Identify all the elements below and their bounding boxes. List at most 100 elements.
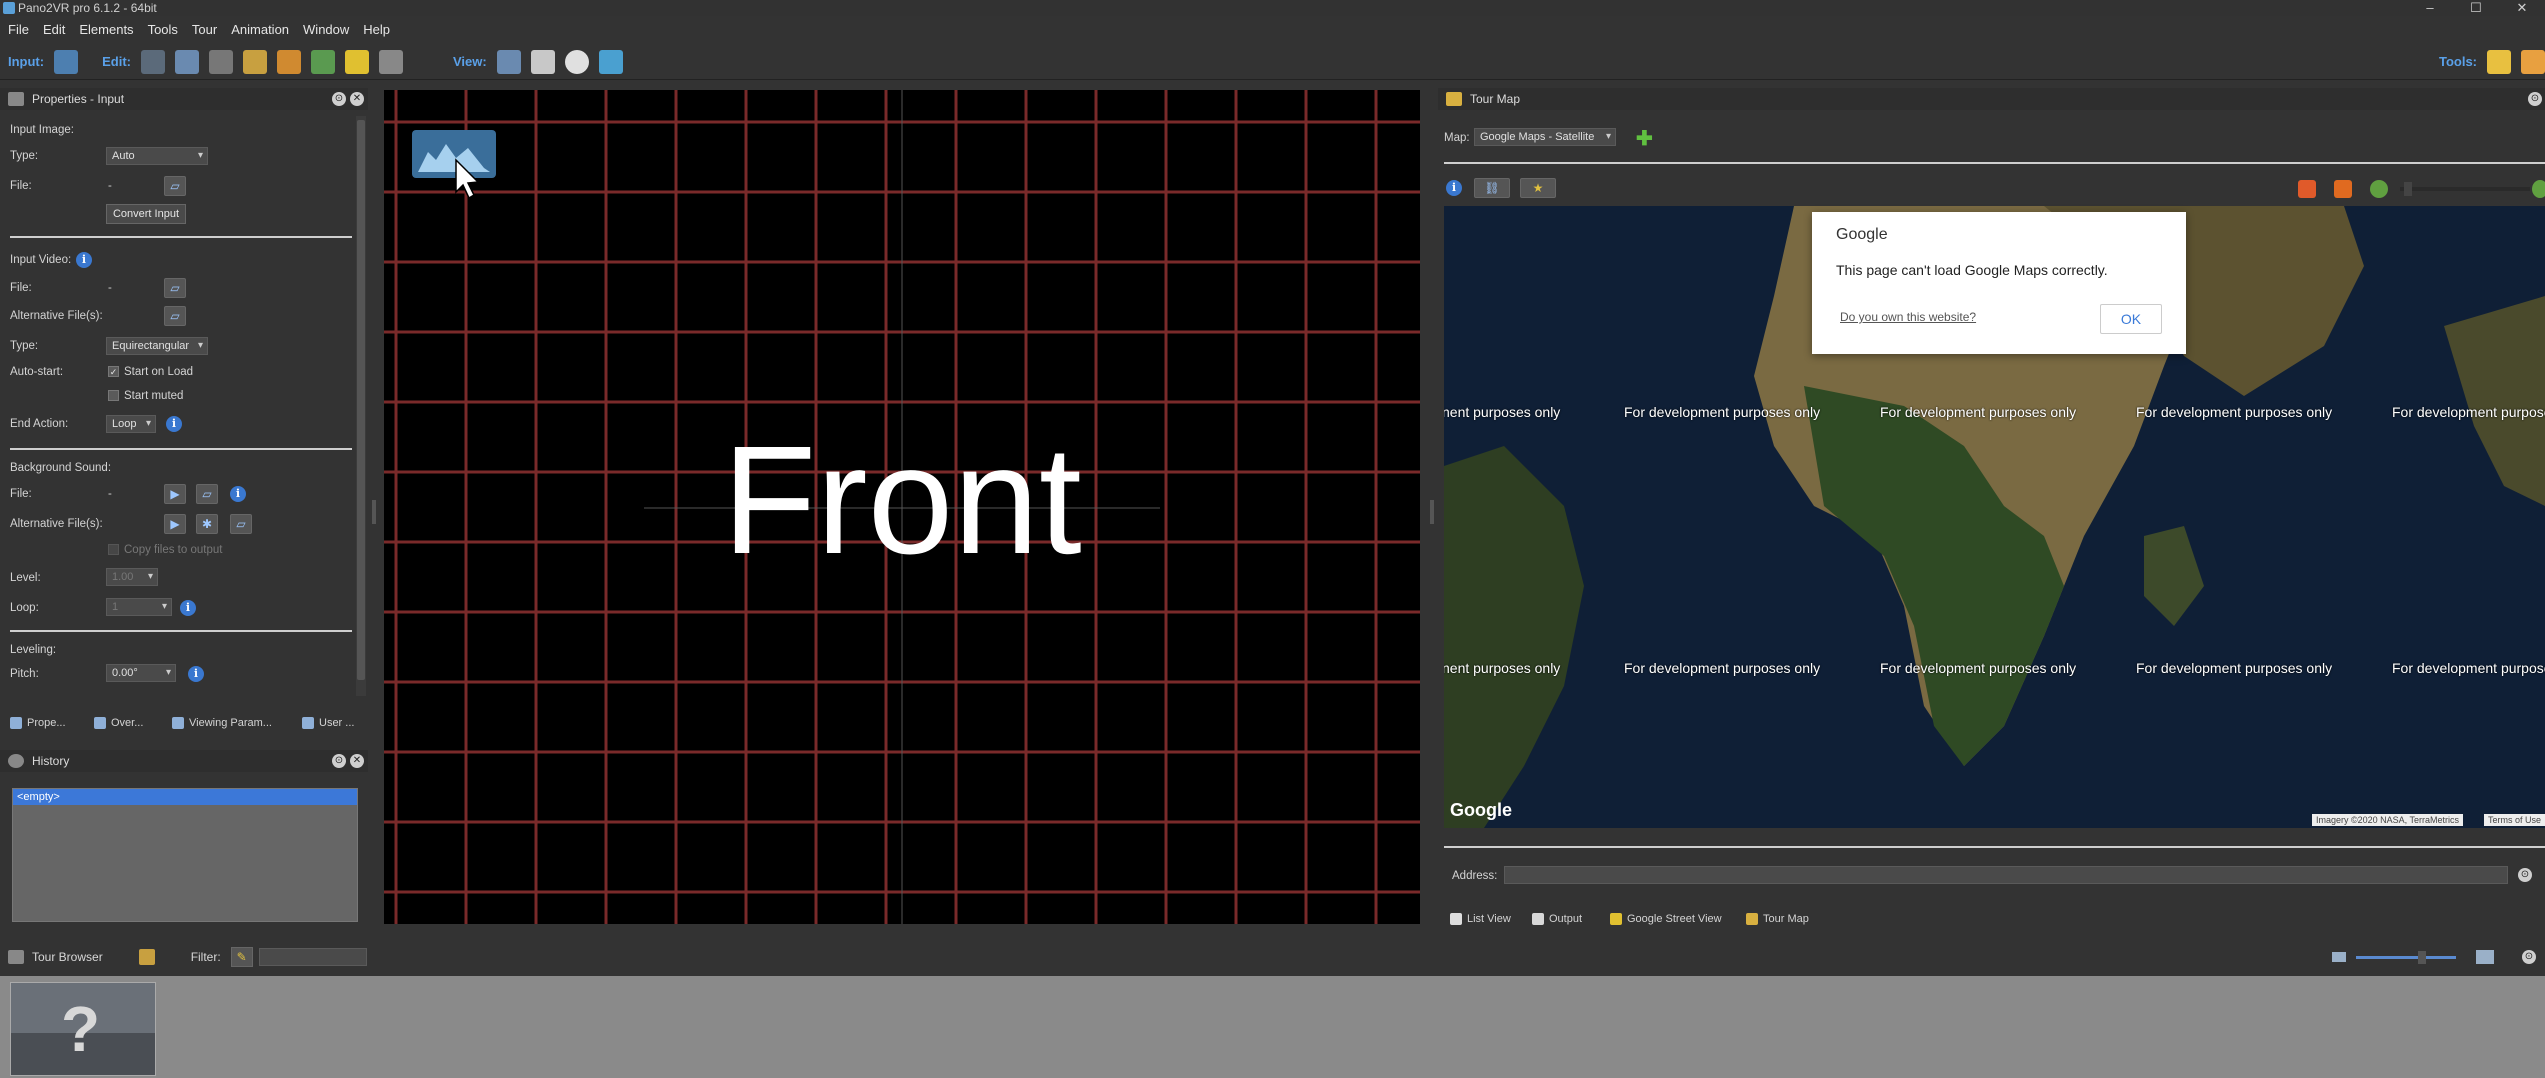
tour-icon[interactable] — [242, 49, 267, 74]
splitter-handle[interactable] — [1430, 500, 1434, 524]
map-watermark: For development purposes only — [1880, 660, 2077, 676]
small-thumb-icon[interactable] — [2332, 952, 2346, 962]
menu-edit[interactable]: Edit — [43, 22, 65, 37]
splitter-handle[interactable] — [372, 500, 376, 524]
menu-elements[interactable]: Elements — [79, 22, 133, 37]
history-icon — [8, 754, 24, 768]
patch-editor-icon[interactable] — [208, 49, 233, 74]
start-on-load-checkbox[interactable]: ✓ — [108, 366, 119, 377]
open-sound-icon[interactable]: ▱ — [196, 484, 218, 504]
menu-animation[interactable]: Animation — [231, 22, 289, 37]
tab-overlays[interactable]: Over... — [94, 712, 143, 734]
dialog-ok-button[interactable]: OK — [2100, 304, 2162, 334]
input-image-heading: Input Image: — [10, 124, 74, 136]
tour-map-icon — [1446, 92, 1462, 106]
thumbnail-size-slider[interactable] — [2356, 951, 2456, 964]
close-panel-button[interactable]: ✕ — [350, 754, 364, 768]
tab-user-data[interactable]: User ... — [302, 712, 354, 734]
map-icon[interactable] — [344, 49, 369, 74]
menu-tour[interactable]: Tour — [192, 22, 217, 37]
tour-browser-list[interactable]: ? — [0, 976, 2545, 1078]
properties-scrollbar[interactable] — [356, 116, 366, 696]
add-map-icon[interactable]: ✚ — [1636, 126, 1653, 151]
tab-list-view[interactable]: List View — [1450, 908, 1511, 930]
map-zoom-slider[interactable] — [2400, 182, 2530, 196]
close-panel-button[interactable]: ✕ — [350, 92, 364, 106]
marker-mode-icon[interactable]: ★ — [1520, 178, 1556, 198]
location-pin-icon[interactable] — [2298, 180, 2316, 198]
video-type-select[interactable]: Equirectangular — [106, 337, 208, 355]
properties-editor-icon[interactable] — [140, 49, 165, 74]
info-icon[interactable]: i — [1446, 180, 1462, 196]
menu-tools[interactable]: Tools — [148, 22, 178, 37]
info-icon[interactable]: i — [76, 252, 92, 268]
tab-google-street-view[interactable]: Google Street View — [1610, 908, 1722, 930]
settings-icon[interactable]: ✱ — [196, 514, 218, 534]
float-panel-button[interactable]: ⊙ — [2528, 92, 2542, 106]
maximize-button[interactable]: ☐ — [2453, 0, 2499, 16]
input-type-select[interactable]: Auto — [106, 147, 208, 165]
history-item[interactable]: <empty> — [13, 789, 357, 805]
float-panel-button[interactable]: ⊙ — [2522, 950, 2536, 964]
info-icon[interactable]: i — [166, 416, 182, 432]
tab-properties[interactable]: Prope... — [10, 712, 66, 734]
terms-link[interactable]: Terms of Use — [2484, 814, 2545, 826]
info-icon[interactable]: i — [230, 486, 246, 502]
binoculars-icon[interactable] — [496, 49, 521, 74]
level-spinbox[interactable]: 1.00 — [106, 568, 158, 586]
tools-wand-icon[interactable] — [2487, 49, 2511, 74]
menu-window[interactable]: Window — [303, 22, 349, 37]
float-panel-button[interactable]: ⊙ — [332, 92, 346, 106]
animation-icon[interactable] — [378, 49, 403, 74]
panorama-thumbnail[interactable]: ? — [10, 982, 156, 1076]
large-thumb-icon[interactable] — [2476, 950, 2494, 964]
map-type-select[interactable]: Google Maps - Satellite — [1474, 128, 1616, 146]
compass-icon[interactable] — [564, 49, 589, 74]
own-website-link[interactable]: Do you own this website? — [1840, 310, 1976, 324]
zoom-in-icon[interactable] — [2532, 180, 2545, 198]
close-window-button[interactable]: ✕ — [2499, 0, 2545, 16]
viewing-parameters-icon[interactable] — [174, 49, 199, 74]
menu-help[interactable]: Help — [363, 22, 390, 37]
menu-file[interactable]: File — [8, 22, 29, 37]
filter-select[interactable] — [258, 948, 367, 966]
open-alt-sound-icon[interactable]: ▱ — [230, 514, 252, 534]
tab-output[interactable]: Output — [1532, 908, 1582, 930]
start-muted-checkbox[interactable] — [108, 390, 119, 401]
panorama-viewer[interactable]: Front — [384, 90, 1420, 924]
tour-browser-icon[interactable] — [310, 49, 335, 74]
filter-tag-icon[interactable]: ✎ — [230, 947, 253, 967]
zoom-out-icon[interactable] — [2370, 180, 2388, 198]
go-address-button[interactable]: ⊙ — [2518, 868, 2532, 882]
end-action-select[interactable]: Loop — [106, 415, 156, 433]
dialog-brand: Google — [1836, 226, 1888, 243]
input-panorama-icon[interactable] — [54, 49, 79, 74]
hotspot-icon[interactable] — [276, 49, 301, 74]
link-mode-icon[interactable]: ⛓ — [1474, 178, 1510, 198]
history-list[interactable]: <empty> — [12, 788, 358, 922]
open-video-icon[interactable]: ▱ — [164, 278, 186, 298]
tour-browser-icon — [8, 950, 24, 964]
info-icon[interactable]: i — [188, 666, 204, 682]
eye-icon[interactable] — [598, 49, 623, 74]
pitch-spinbox[interactable]: 0.00° — [106, 664, 176, 682]
fit-bounds-icon[interactable] — [2334, 180, 2352, 198]
add-panorama-icon[interactable] — [138, 949, 155, 965]
tab-viewing-parameters[interactable]: Viewing Param... — [172, 712, 272, 734]
open-alt-video-icon[interactable]: ▱ — [164, 306, 186, 326]
copy-files-checkbox[interactable] — [108, 544, 119, 555]
play-alt-sound-icon[interactable]: ▶ — [164, 514, 186, 534]
tab-tour-map[interactable]: Tour Map — [1746, 908, 1809, 930]
input-toolbar-label: Input: — [8, 54, 45, 69]
loop-spinbox[interactable]: 1 — [106, 598, 172, 616]
address-input[interactable] — [1504, 866, 2508, 884]
open-file-icon[interactable]: ▱ — [164, 176, 186, 196]
tools-brush-icon[interactable] — [2521, 49, 2545, 74]
float-panel-button[interactable]: ⊙ — [332, 754, 346, 768]
autostart-label: Auto-start: — [10, 366, 64, 378]
info-icon[interactable]: i — [180, 600, 196, 616]
convert-input-button[interactable]: Convert Input — [106, 204, 186, 224]
play-sound-icon[interactable]: ▶ — [164, 484, 186, 504]
minimize-button[interactable]: – — [2407, 0, 2453, 16]
document-icon[interactable] — [530, 49, 555, 74]
